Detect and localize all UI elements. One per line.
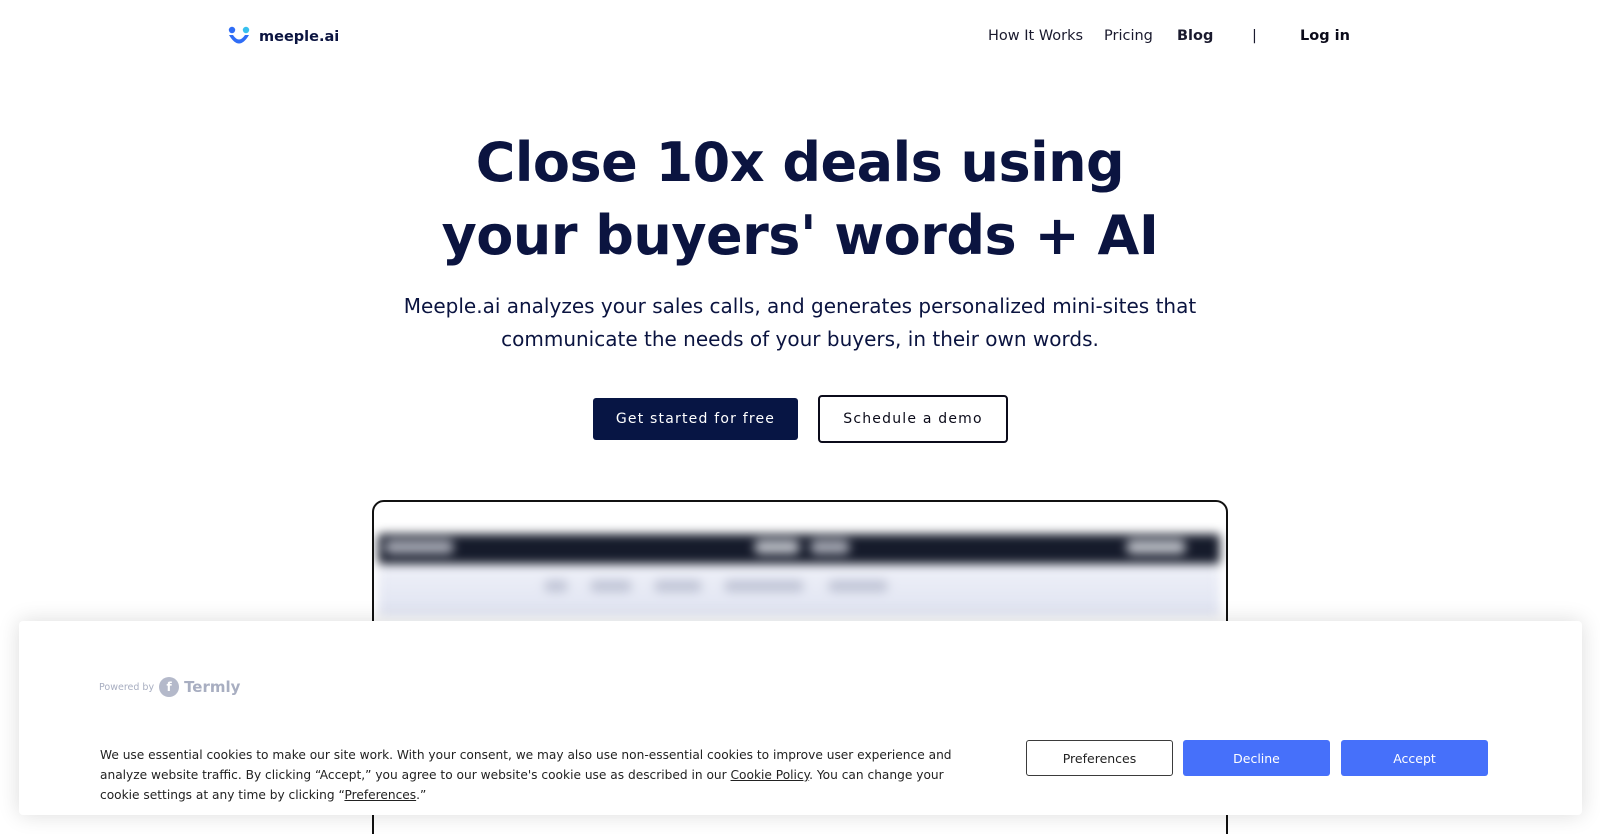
nav-separator: |	[1252, 28, 1257, 44]
powered-by-termly: Powered by f Termly	[99, 677, 240, 697]
cookie-policy-link[interactable]: Cookie Policy	[731, 768, 810, 782]
hero-subtitle-line-1: Meeple.ai analyzes your sales calls, and…	[403, 294, 1197, 318]
termly-logo-icon: f	[159, 677, 180, 697]
nav-pricing[interactable]: Pricing	[1104, 28, 1153, 44]
preview-pill	[810, 540, 850, 554]
powered-by-label: Powered by	[99, 681, 155, 693]
site-header: meeple.ai How It Works Pricing Blog | Lo…	[0, 0, 1600, 76]
preview-tab	[828, 580, 888, 592]
schedule-demo-button[interactable]: Schedule a demo	[818, 395, 1008, 443]
preferences-link[interactable]: Preferences	[344, 788, 416, 802]
hero-title: Close 10x deals using your buyers' words…	[0, 126, 1600, 272]
cookie-text-part-3: .”	[416, 788, 427, 802]
preview-pill	[1126, 540, 1186, 554]
hero-subtitle: Meeple.ai analyzes your sales calls, and…	[0, 290, 1600, 356]
preview-pill	[384, 540, 454, 554]
nav-blog[interactable]: Blog	[1177, 28, 1213, 44]
preview-tab	[724, 580, 804, 592]
preferences-button[interactable]: Preferences	[1026, 740, 1173, 776]
cookie-consent-banner: Powered by f Termly We use essential coo…	[19, 621, 1582, 815]
termly-brand: Termly	[184, 678, 241, 696]
accept-button[interactable]: Accept	[1341, 740, 1488, 776]
preview-tab	[590, 580, 632, 592]
get-started-button[interactable]: Get started for free	[593, 398, 798, 440]
preview-tab	[654, 580, 702, 592]
hero-title-line-2: your buyers' words + AI	[441, 204, 1159, 267]
preview-tab	[544, 580, 568, 592]
hero-title-line-1: Close 10x deals using	[475, 131, 1125, 194]
nav-how-it-works[interactable]: How It Works	[988, 28, 1083, 44]
decline-button[interactable]: Decline	[1183, 740, 1330, 776]
cookie-message: We use essential cookies to make our sit…	[100, 745, 980, 805]
hero-subtitle-line-2: communicate the needs of your buyers, in…	[501, 327, 1099, 351]
main-nav: How It Works Pricing Blog | Log in	[0, 28, 1600, 50]
preview-pill	[754, 540, 800, 554]
login-link[interactable]: Log in	[1300, 28, 1350, 44]
